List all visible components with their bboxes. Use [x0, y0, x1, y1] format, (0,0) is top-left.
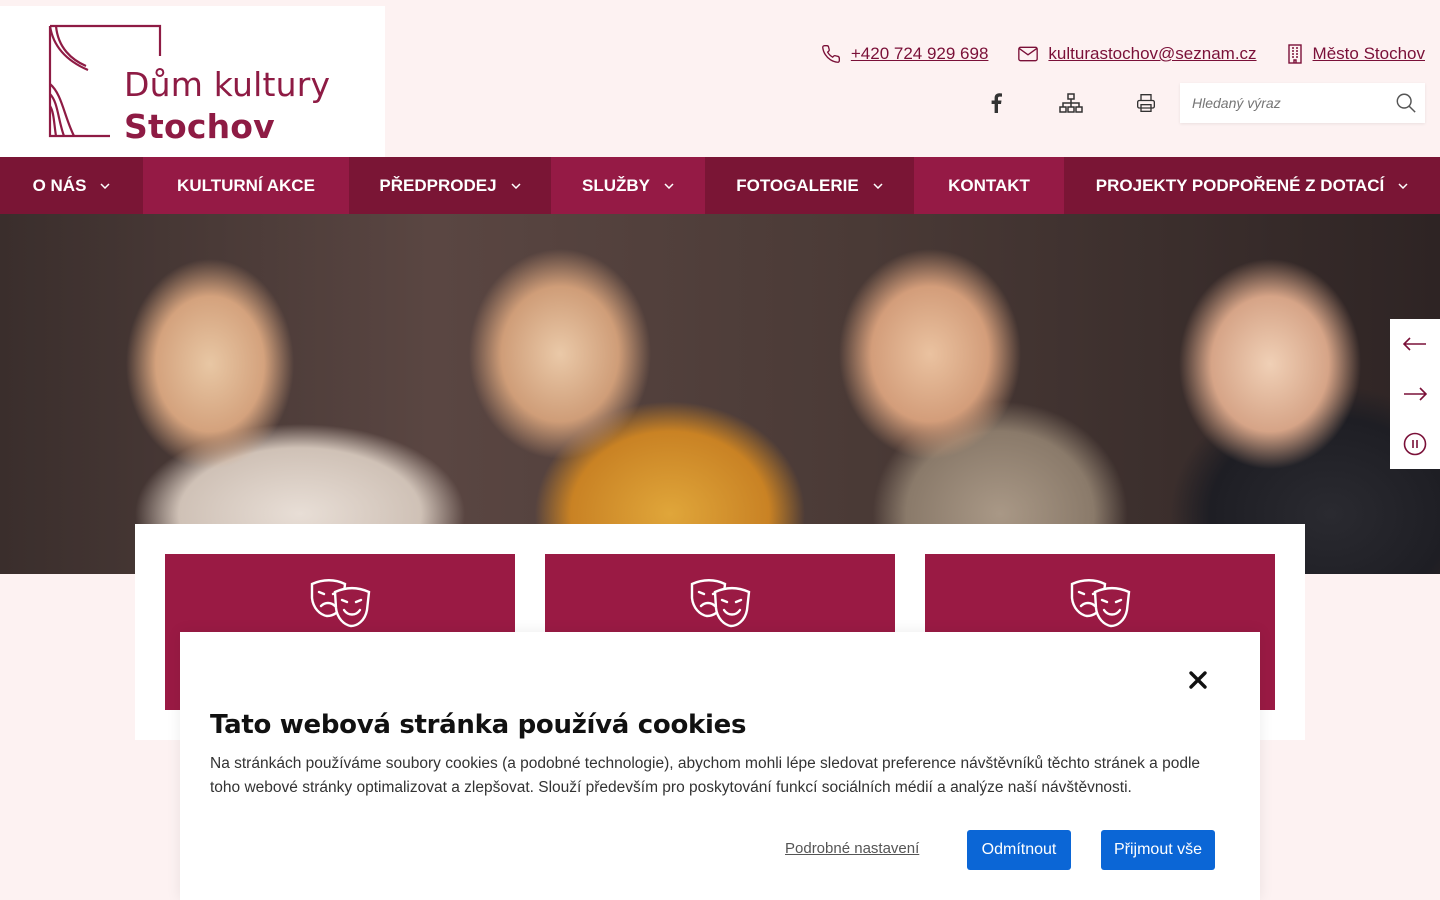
theater-masks-icon — [690, 579, 751, 628]
nav-item-fotogalerie[interactable]: Fotogalerie — [705, 157, 914, 214]
nav-item-label: Kontakt — [948, 175, 1030, 195]
slider-next-button[interactable] — [1390, 369, 1440, 419]
nav-item-label: O nás — [32, 175, 87, 195]
nav-item-label: Služby — [582, 175, 650, 195]
chevron-down-icon — [511, 182, 521, 189]
print-icon — [1136, 94, 1155, 112]
search-input[interactable] — [1180, 83, 1380, 123]
nav-item-projekty[interactable]: Projekty podpořené z dotací — [1064, 157, 1440, 214]
chevron-down-icon — [873, 182, 883, 189]
facebook-button[interactable] — [958, 90, 1033, 116]
theater-masks-icon — [310, 579, 371, 628]
phone-icon — [821, 44, 840, 63]
facebook-icon — [991, 93, 1002, 113]
cookie-text: Na stránkách používáme soubory cookies (… — [210, 755, 1201, 796]
nav-item-label: Projekty podpořené z dotací — [1095, 175, 1385, 195]
slider-prev-button[interactable] — [1390, 319, 1440, 369]
site-title-line2: Stochov — [124, 107, 275, 146]
cookie-accept-button[interactable]: Přijmout vše — [1101, 830, 1215, 870]
site-title-line1: Dům kultury — [124, 65, 331, 104]
hero-slider-image — [0, 214, 1440, 574]
contact-email-link[interactable]: kulturastochov@seznam.cz — [1048, 44, 1256, 64]
nav-item-kontakt[interactable]: Kontakt — [914, 157, 1064, 214]
sitemap-button[interactable] — [1033, 90, 1108, 116]
cookie-title: Tato webová stránka používá cookies — [210, 710, 747, 740]
cookie-settings-link[interactable]: Podrobné nastavení — [785, 840, 919, 857]
building-icon — [1287, 44, 1302, 64]
theater-masks-icon — [1070, 579, 1131, 628]
header-tools — [958, 90, 1183, 116]
hero-slider-controls — [1390, 319, 1440, 469]
search-button[interactable] — [1395, 92, 1417, 119]
cookie-decline-button[interactable]: Odmítnout — [967, 830, 1071, 870]
cookie-dialog: Tato webová stránka používá cookies Na s… — [180, 632, 1260, 900]
nav-item-kulturni-akce[interactable]: Kulturní akce — [143, 157, 349, 214]
site-title: Dům kultury Stochov — [124, 64, 330, 148]
chevron-down-icon — [664, 182, 674, 189]
contact-city-link[interactable]: Město Stochov — [1313, 44, 1425, 64]
close-icon — [1189, 671, 1207, 689]
arrow-left-icon — [1403, 337, 1426, 351]
contact-city[interactable]: Město Stochov — [1287, 44, 1425, 64]
search-box — [1180, 83, 1425, 123]
nav-item-label: Fotogalerie — [736, 175, 859, 195]
mail-icon — [1018, 46, 1039, 62]
contact-phone[interactable]: +420 724 929 698 — [821, 44, 989, 64]
header-contacts: +420 724 929 698 kulturastochov@seznam.c… — [821, 44, 1425, 64]
pause-icon — [1403, 432, 1427, 456]
cookie-close-button[interactable] — [1186, 668, 1210, 692]
site-logo[interactable]: Dům kultury Stochov — [0, 6, 385, 157]
nav-item-label: Předprodej — [379, 175, 497, 195]
main-nav: O nás Kulturní akce Předprodej Služby Fo… — [0, 157, 1440, 214]
sitemap-icon — [1058, 93, 1083, 113]
contact-email[interactable]: kulturastochov@seznam.cz — [1018, 44, 1257, 64]
nav-item-sluzby[interactable]: Služby — [551, 157, 705, 214]
arrow-right-icon — [1404, 387, 1427, 401]
chevron-down-icon — [100, 182, 110, 189]
chevron-down-icon — [1398, 182, 1408, 189]
print-button[interactable] — [1108, 90, 1183, 116]
contact-phone-link[interactable]: +420 724 929 698 — [851, 44, 989, 64]
nav-item-o-nas[interactable]: O nás — [0, 157, 143, 214]
search-icon — [1396, 93, 1416, 113]
nav-item-label: Kulturní akce — [177, 175, 315, 195]
nav-item-predprodej[interactable]: Předprodej — [349, 157, 551, 214]
slider-pause-button[interactable] — [1390, 419, 1440, 469]
